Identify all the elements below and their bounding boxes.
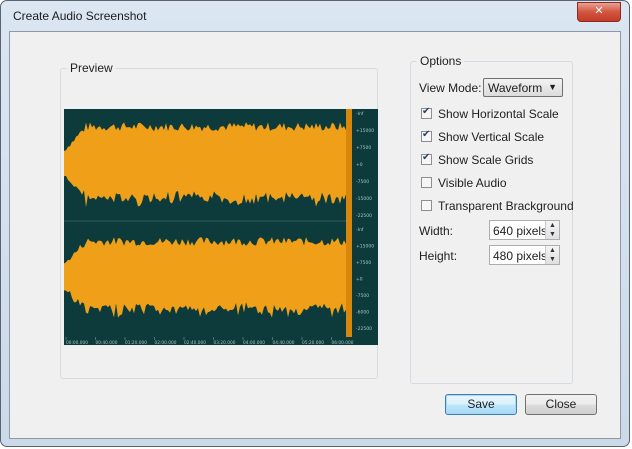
time-scale-label: 00:40.000 <box>96 340 118 345</box>
view-mode-value: Waveform <box>488 81 543 95</box>
vertical-scale-label-top: -Inf <box>356 111 364 117</box>
time-scale-label: 01:20.000 <box>125 340 147 345</box>
checkbox-box[interactable] <box>421 200 432 211</box>
time-scale-label: 02:40.000 <box>184 340 206 345</box>
time-scale-label: 04:40.000 <box>273 340 295 345</box>
time-scale-label: 02:00.000 <box>155 340 177 345</box>
waveform-channel-right <box>64 237 346 318</box>
close-button[interactable]: Close <box>525 394 597 415</box>
preview-group: Preview -Inf +15000 +7500 +0 -7500 -15000 -225… <box>60 61 378 379</box>
time-scale-label: 04:00.000 <box>243 340 265 345</box>
checkbox-box[interactable] <box>421 106 432 119</box>
checkbox-box[interactable] <box>421 152 432 165</box>
spin-up-icon[interactable]: ▲ <box>546 221 559 230</box>
vertical-scale-label-top: -7500 <box>356 179 369 185</box>
spin-down-icon[interactable]: ▼ <box>546 230 559 239</box>
view-mode-select[interactable]: Waveform ▼ <box>483 78 563 97</box>
checkbox-label: Show Vertical Scale <box>438 130 545 144</box>
checkbox-box[interactable] <box>421 129 432 142</box>
spin-down-icon[interactable]: ▼ <box>546 255 559 264</box>
height-stepper[interactable]: 480 pixels ▲ ▼ <box>489 245 560 265</box>
spin-up-icon[interactable]: ▲ <box>546 246 559 255</box>
time-scale-label: 00:00.000 <box>66 340 88 345</box>
width-stepper[interactable]: 640 pixels ▲ ▼ <box>489 220 560 240</box>
window-title: Create Audio Screenshot <box>13 9 147 23</box>
close-icon: ✕ <box>594 5 604 17</box>
vertical-scale-label-bottom: -7500 <box>356 293 369 299</box>
vertical-scale-label-bottom: -6000 <box>356 310 369 316</box>
dialog-client-area: Preview -Inf +15000 +7500 +0 -7500 -15000 -225… <box>9 31 621 439</box>
vertical-scale-label-bottom: +0 <box>356 277 363 283</box>
time-scale-label: 03:20.000 <box>214 340 236 345</box>
checkbox-box[interactable] <box>421 177 432 188</box>
time-scale-label: 06:00.000 <box>332 340 354 345</box>
vertical-scale-label-bottom: +15000 <box>356 244 374 250</box>
vertical-scale-label-top: -22500 <box>356 213 372 219</box>
vertical-scale-label-bottom: -22500 <box>356 326 372 332</box>
options-group: Options View Mode: Waveform ▼ Show Horiz… <box>410 54 574 384</box>
checkbox-label: Show Scale Grids <box>438 153 534 167</box>
window-close-button[interactable]: ✕ <box>577 2 621 22</box>
time-scale-label: 05:20.000 <box>302 340 324 345</box>
waveform-preview: -Inf +15000 +7500 +0 -7500 -15000 -22500 -Inf +1… <box>64 109 374 345</box>
width-label: Width: <box>419 224 454 238</box>
vertical-scale-bar <box>346 109 352 337</box>
options-group-label: Options <box>417 54 465 68</box>
checkbox-label: Visible Audio <box>438 176 507 190</box>
height-label: Height: <box>419 249 458 263</box>
vertical-scale-label-top: +7500 <box>356 145 371 151</box>
vertical-scale-label-top: +15000 <box>356 128 374 134</box>
checkbox-label: Transparent Brackground <box>438 199 574 213</box>
preview-group-label: Preview <box>67 61 116 75</box>
waveform-channel-left <box>64 122 346 208</box>
width-input[interactable]: 640 pixels <box>493 224 547 238</box>
vertical-scale-label-bottom: +7500 <box>356 260 371 266</box>
checkbox-label: Show Horizontal Scale <box>438 107 559 121</box>
vertical-scale-label-top: -15000 <box>356 196 372 202</box>
height-input[interactable]: 480 pixels <box>493 249 547 263</box>
preview-image: -Inf +15000 +7500 +0 -7500 -15000 -22500 -Inf +1… <box>64 109 378 345</box>
dropdown-arrow-icon: ▼ <box>548 82 557 92</box>
save-button[interactable]: Save <box>445 394 517 415</box>
dialog-window: Create Audio Screenshot ✕ Preview -Inf +1… <box>0 0 630 447</box>
title-bar[interactable]: Create Audio Screenshot ✕ <box>1 1 629 31</box>
view-mode-label: View Mode: <box>419 81 482 95</box>
vertical-scale-label-top: +0 <box>356 162 363 168</box>
vertical-scale-label-bottom: -Inf <box>356 227 364 233</box>
